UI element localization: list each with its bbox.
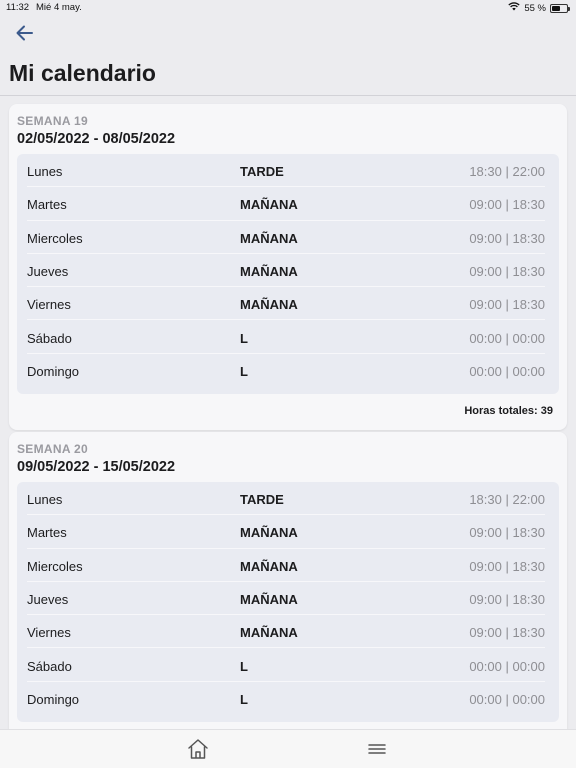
day-hours: 09:00 | 18:30: [469, 525, 545, 541]
status-time: 11:32: [6, 2, 30, 13]
day-shift: L: [240, 658, 248, 674]
wifi-icon: [508, 2, 521, 14]
day-row[interactable]: Domingo L 00:00 | 00:00: [17, 682, 559, 715]
day-name: Viernes: [27, 625, 71, 641]
day-shift: MAÑANA: [240, 197, 298, 213]
day-name: Miercoles: [27, 558, 83, 574]
day-hours: 09:00 | 18:30: [469, 625, 545, 641]
arrow-left-icon: [12, 25, 38, 50]
day-name: Jueves: [27, 591, 69, 607]
days-list: Lunes TARDE 18:30 | 22:00 Martes MAÑANA …: [17, 154, 559, 394]
day-name: Martes: [27, 525, 67, 541]
day-hours: 09:00 | 18:30: [469, 591, 545, 607]
day-shift: MAÑANA: [240, 297, 298, 313]
status-right: 55 %: [508, 2, 570, 14]
home-tab-button[interactable]: [186, 738, 210, 760]
day-row[interactable]: Sábado L 00:00 | 00:00: [17, 321, 559, 354]
day-name: Sábado: [27, 330, 72, 346]
day-row[interactable]: Jueves MAÑANA 09:00 | 18:30: [17, 254, 559, 288]
day-hours: 09:00 | 18:30: [469, 197, 545, 213]
day-name: Jueves: [27, 263, 69, 279]
menu-icon: [367, 744, 387, 761]
day-shift: L: [240, 330, 248, 346]
battery-percent: 55 %: [524, 2, 546, 14]
days-list: Lunes TARDE 18:30 | 22:00 Martes MAÑANA …: [17, 482, 559, 722]
day-row[interactable]: Miercoles MAÑANA 09:00 | 18:30: [17, 221, 559, 254]
week-range: 09/05/2022 - 15/05/2022: [17, 459, 176, 475]
day-shift: TARDE: [240, 492, 284, 507]
week-range: 02/05/2022 - 08/05/2022: [17, 131, 176, 147]
tab-bar: [0, 729, 576, 768]
day-name: Miercoles: [27, 230, 83, 246]
week-label: SEMANA 19: [17, 114, 88, 128]
back-button[interactable]: [12, 20, 38, 46]
day-shift: MAÑANA: [240, 230, 298, 246]
day-shift: MAÑANA: [240, 625, 298, 641]
week-card: SEMANA 19 02/05/2022 - 08/05/2022 Lunes …: [9, 104, 567, 430]
status-bar: 11:32 Mié 4 may. 55 %: [0, 0, 576, 16]
battery-fill: [552, 5, 560, 11]
day-row[interactable]: Viernes MAÑANA 09:00 | 18:30: [17, 287, 559, 321]
day-name: Lunes: [27, 492, 63, 507]
day-shift: MAÑANA: [240, 263, 298, 279]
day-hours: 00:00 | 00:00: [469, 691, 545, 707]
day-hours: 00:00 | 00:00: [469, 363, 545, 379]
day-shift: L: [240, 363, 248, 379]
menu-tab-button[interactable]: [367, 741, 387, 757]
day-hours: 18:30 | 22:00: [469, 164, 545, 179]
day-row[interactable]: Martes MAÑANA 09:00 | 18:30: [17, 515, 559, 549]
status-date: Mié 4 may.: [36, 2, 82, 13]
day-hours: 09:00 | 18:30: [469, 263, 545, 279]
day-name: Domingo: [27, 363, 80, 379]
total-hours: Horas totales: 39: [464, 405, 553, 417]
day-hours: 09:00 | 18:30: [469, 297, 545, 313]
day-name: Viernes: [27, 297, 71, 313]
day-row[interactable]: Miercoles MAÑANA 09:00 | 18:30: [17, 549, 559, 582]
week-card: SEMANA 20 09/05/2022 - 15/05/2022 Lunes …: [9, 432, 567, 729]
day-name: Lunes: [27, 164, 63, 179]
day-row[interactable]: Lunes TARDE 18:30 | 22:00: [17, 154, 559, 188]
day-row[interactable]: Martes MAÑANA 09:00 | 18:30: [17, 187, 559, 221]
day-hours: 00:00 | 00:00: [469, 330, 545, 346]
day-hours: 09:00 | 18:30: [469, 558, 545, 574]
day-hours: 09:00 | 18:30: [469, 230, 545, 246]
battery-icon: [550, 3, 570, 13]
day-row[interactable]: Viernes MAÑANA 09:00 | 18:30: [17, 615, 559, 649]
day-row[interactable]: Sábado L 00:00 | 00:00: [17, 649, 559, 682]
day-name: Sábado: [27, 658, 72, 674]
day-row[interactable]: Lunes TARDE 18:30 | 22:00: [17, 482, 559, 516]
day-shift: MAÑANA: [240, 558, 298, 574]
day-name: Martes: [27, 197, 67, 213]
day-shift: MAÑANA: [240, 525, 298, 541]
day-row[interactable]: Domingo L 00:00 | 00:00: [17, 354, 559, 387]
day-row[interactable]: Jueves MAÑANA 09:00 | 18:30: [17, 582, 559, 616]
day-hours: 00:00 | 00:00: [469, 658, 545, 674]
calendar-scroll-area[interactable]: SEMANA 19 02/05/2022 - 08/05/2022 Lunes …: [0, 96, 576, 729]
home-icon: [186, 739, 210, 764]
day-shift: MAÑANA: [240, 591, 298, 607]
day-hours: 18:30 | 22:00: [469, 492, 545, 507]
day-shift: L: [240, 691, 248, 707]
day-shift: TARDE: [240, 164, 284, 179]
week-label: SEMANA 20: [17, 442, 88, 456]
day-name: Domingo: [27, 691, 80, 707]
page-title: Mi calendario: [9, 60, 156, 86]
